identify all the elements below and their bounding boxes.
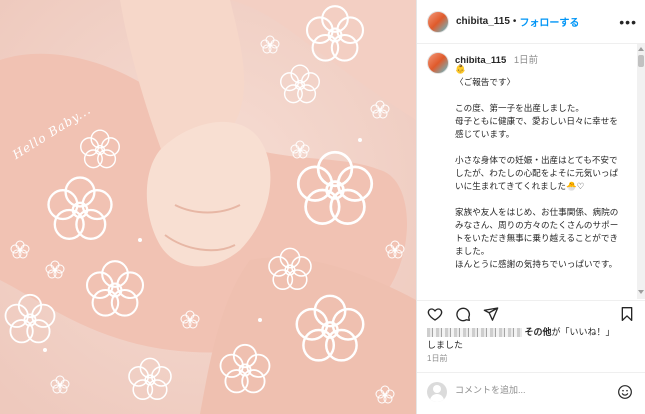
- avatar[interactable]: [427, 10, 449, 33]
- scrollbar-thumb[interactable]: [638, 55, 644, 67]
- header-separator: •: [512, 16, 517, 27]
- likes-suffix: が「いいね！」: [551, 327, 615, 337]
- comment-input[interactable]: [455, 385, 605, 395]
- post-header: chibita_115 • フォローする •••: [417, 0, 645, 44]
- share-icon[interactable]: [483, 306, 499, 322]
- header-username-link[interactable]: chibita_115: [456, 16, 510, 27]
- post-side-panel: chibita_115 • フォローする ••• chibita_115 1日前…: [416, 0, 645, 414]
- comment-row: [417, 372, 645, 414]
- photo-illustration: [0, 0, 416, 414]
- likes-line2: しました: [427, 340, 464, 350]
- heart-icon[interactable]: [427, 306, 443, 322]
- likes-summary: その他が「いいね！」 しました: [427, 326, 637, 352]
- blurred-usernames: [427, 328, 522, 338]
- scroll-down-arrow-icon[interactable]: [638, 290, 644, 294]
- action-bar: [417, 300, 645, 326]
- post-photo[interactable]: Hello Baby...: [0, 0, 416, 414]
- scroll-up-arrow-icon[interactable]: [638, 47, 644, 51]
- more-options-icon[interactable]: •••: [619, 14, 637, 30]
- caption-avatar[interactable]: [427, 52, 449, 74]
- post-timestamp[interactable]: 1日前: [427, 353, 447, 364]
- caption-text: 👶 〈ご報告です〉 この度、第一子を出産しました。 母子ともに健康で、愛おしい日…: [455, 65, 619, 270]
- bookmark-icon[interactable]: [619, 306, 635, 322]
- caption-scrollbar[interactable]: [637, 44, 645, 299]
- comment-avatar: [427, 382, 447, 402]
- comment-icon[interactable]: [455, 306, 471, 322]
- likes-others-link[interactable]: その他: [525, 327, 552, 337]
- follow-button[interactable]: フォローする: [519, 14, 579, 29]
- emoji-icon[interactable]: [617, 384, 633, 400]
- caption-area[interactable]: chibita_115 1日前 👶 〈ご報告です〉 この度、第一子を出産しました…: [417, 44, 645, 299]
- instagram-post-window: Hello Baby... chibita_115 • フォローする ••• c…: [0, 0, 645, 414]
